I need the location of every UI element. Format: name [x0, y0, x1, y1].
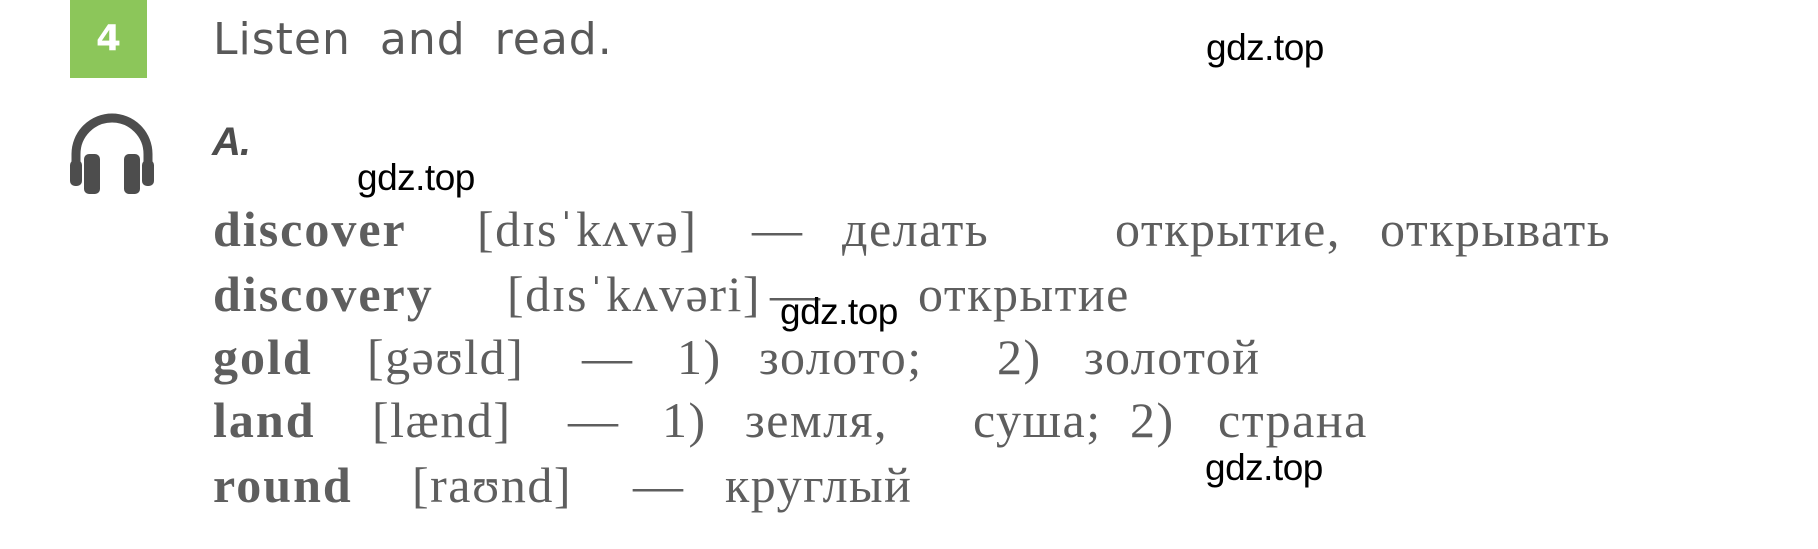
vocab-word: gold — [213, 329, 313, 385]
section-label: A. — [212, 120, 251, 164]
vocab-translation: открытие — [918, 266, 1130, 322]
vocab-dash: — — [568, 392, 620, 448]
vocab-word: discover — [213, 201, 407, 257]
vocab-sense-number: 1) — [677, 329, 722, 385]
vocab-word: round — [213, 457, 353, 513]
exercise-number-badge: 4 — [70, 0, 147, 78]
vocab-translation: открывать — [1380, 201, 1612, 257]
vocab-dash: — — [752, 201, 804, 257]
vocab-translation: земля, — [745, 392, 889, 448]
watermark: gdz.top — [780, 291, 898, 332]
vocab-sense-number: 1) — [662, 392, 707, 448]
vocab-dash: — — [582, 329, 634, 385]
vocab-translation: золото; — [759, 329, 923, 385]
vocab-word: discovery — [213, 266, 434, 322]
vocab-transcription: [lænd] — [372, 392, 512, 448]
vocab-translation: страна — [1218, 392, 1368, 448]
vocab-translation: суша; — [973, 392, 1102, 448]
vocab-sense-number: 2) — [997, 329, 1042, 385]
watermark: gdz.top — [1206, 27, 1324, 68]
watermark: gdz.top — [357, 157, 475, 198]
exercise-number: 4 — [95, 18, 122, 59]
vocab-transcription: [raʊnd] — [412, 457, 573, 513]
vocab-translation: делать — [842, 201, 990, 257]
vocab-word: land — [213, 392, 316, 448]
vocab-translation: золотой — [1084, 329, 1261, 385]
vocab-translation: открытие, — [1115, 201, 1341, 257]
headphones-icon[interactable] — [68, 110, 156, 194]
vocab-transcription: [gəʊld] — [367, 329, 525, 385]
vocab-sense-number: 2) — [1130, 392, 1175, 448]
watermark: gdz.top — [1205, 447, 1323, 488]
vocab-dash: — — [633, 457, 685, 513]
vocab-transcription: [dɪsˈkʌvə] — [477, 201, 698, 257]
exercise-instruction: Listen and read. — [213, 14, 613, 65]
vocab-translation: круглый — [725, 457, 913, 513]
vocab-transcription: [dɪsˈkʌvəri] — [507, 266, 762, 322]
